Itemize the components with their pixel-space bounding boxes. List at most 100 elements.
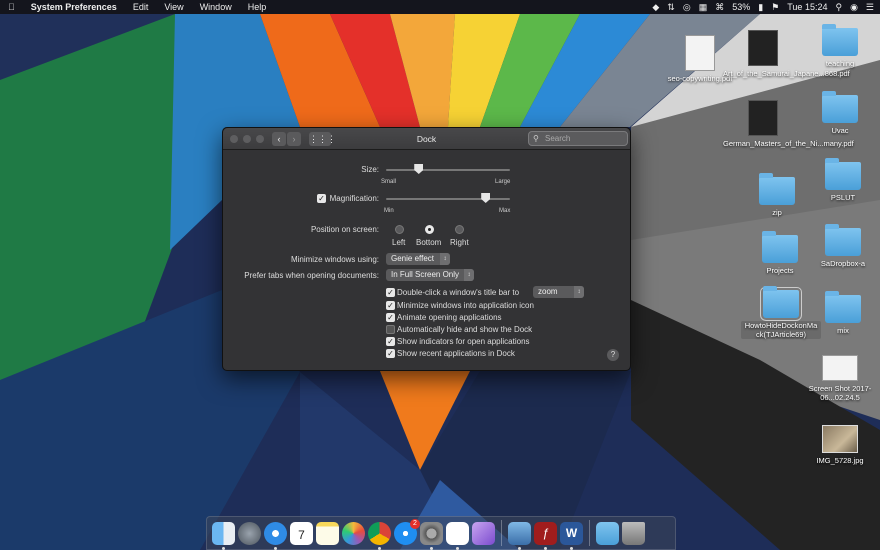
desktop-item-sadropbox[interactable]: SaDropbox-a: [803, 224, 880, 268]
position-bottom-label: Bottom: [416, 238, 442, 247]
double-click-action-value: zoom: [538, 287, 558, 296]
position-bottom-radio[interactable]: [425, 225, 434, 234]
apple-icon[interactable]: : [0, 0, 23, 14]
pdf-document-icon: [748, 100, 778, 136]
dock: 7 2 ƒ W: [206, 516, 676, 550]
magnification-slider-track[interactable]: [386, 198, 510, 200]
photos-icon[interactable]: [342, 521, 365, 545]
finder-icon[interactable]: [212, 521, 235, 550]
app-store-icon[interactable]: 2: [394, 518, 420, 545]
dock-separator: [589, 520, 590, 546]
size-slider-thumb[interactable]: [414, 164, 424, 174]
desktop-item-mix[interactable]: mix: [803, 291, 880, 335]
notes-icon[interactable]: [316, 521, 339, 545]
safari-icon[interactable]: [264, 521, 287, 550]
chevron-updown-icon: ↕: [440, 253, 450, 265]
position-right-label: Right: [450, 238, 469, 247]
double-click-action-popup[interactable]: zoom ↕: [533, 286, 584, 298]
animate-opening-checkbox[interactable]: ✓: [386, 313, 395, 322]
search-input[interactable]: ⚲ Search: [528, 131, 628, 146]
help-button[interactable]: ?: [607, 349, 619, 361]
desktop-item-label: Screen Shot 2017-06...02.24.5: [808, 384, 872, 402]
show-indicators-label: Show indicators for open applications: [397, 337, 530, 346]
desktop-item-label: mix: [837, 326, 849, 335]
position-label: Position on screen:: [310, 225, 379, 234]
search-icon: ⚲: [533, 134, 539, 143]
desktop-item-label: German_Masters_of_the_Ni...many.pdf: [723, 139, 854, 148]
size-max-label: Large: [495, 179, 511, 185]
chevron-updown-icon: ↕: [464, 269, 474, 281]
downloads-folder-icon[interactable]: [596, 521, 619, 545]
spotlight-icon[interactable]: ⚲: [835, 2, 842, 13]
preview-icon[interactable]: [508, 521, 531, 550]
size-label: Size:: [361, 165, 379, 174]
folder-icon: [822, 91, 858, 123]
siri-icon[interactable]: ◉: [850, 2, 858, 13]
wifi-icon[interactable]: ⌘: [715, 2, 724, 13]
desktop-item-img5728[interactable]: IMG_5728.jpg: [800, 425, 880, 465]
size-slider-track[interactable]: [386, 169, 510, 171]
chrome-icon[interactable]: [368, 521, 391, 550]
desktop-item-german-masters-pdf[interactable]: German_Masters_of_the_Ni...many.pdf: [723, 100, 854, 148]
slack-icon[interactable]: [446, 521, 469, 550]
animate-opening-label: Animate opening applications: [397, 313, 502, 322]
sync-icon[interactable]: ⇅: [667, 2, 675, 13]
desktop-item-screenshot[interactable]: Screen Shot 2017-06...02.24.5: [800, 355, 880, 402]
desktop-item-label: IMG_5728.jpg: [816, 456, 864, 465]
screenshot-icon: [822, 355, 858, 381]
trash-icon[interactable]: [622, 521, 645, 545]
position-left-radio[interactable]: [395, 225, 404, 234]
battery-icon[interactable]: ▮: [758, 2, 763, 13]
show-recent-apps-label: Show recent applications in Dock: [397, 349, 515, 358]
launchpad-icon[interactable]: [238, 521, 261, 545]
menu-help[interactable]: Help: [240, 0, 275, 14]
double-click-checkbox[interactable]: ✓: [386, 288, 395, 297]
grid-icon[interactable]: ▦: [699, 2, 708, 13]
show-recent-apps-checkbox[interactable]: ✓: [386, 349, 395, 358]
desktop-item-label: teaching: [825, 59, 855, 68]
minimize-into-icon-checkbox[interactable]: ✓: [386, 301, 395, 310]
battery-percent[interactable]: 53%: [732, 2, 750, 12]
desktop-item-uvac[interactable]: Uvac: [800, 91, 880, 135]
word-icon[interactable]: W: [560, 521, 583, 550]
folder-icon: [825, 224, 861, 256]
flag-icon[interactable]: ⚑: [771, 2, 779, 13]
filezilla-icon[interactable]: ƒ: [534, 521, 557, 550]
app-store-badge: 2: [410, 518, 420, 529]
menu-view[interactable]: View: [156, 0, 191, 14]
desktop-item-samurai-pdf[interactable]: Art_of_the_Samurai_Japane...868.pdf: [723, 30, 850, 78]
auto-hide-dock-checkbox[interactable]: [386, 325, 395, 334]
desktop-item-label: SaDropbox-a: [820, 259, 866, 268]
folder-icon: [760, 286, 802, 321]
magnification-label: Magnification:: [329, 194, 379, 203]
mag-max-label: Max: [499, 208, 511, 214]
desktop-item-teaching[interactable]: teaching: [800, 24, 880, 68]
dock-preferences-window: ‹ › ⋮⋮⋮ Dock ⚲ Search Size: Small Large ✓…: [222, 127, 631, 371]
minimize-effect-value: Genie effect: [391, 254, 434, 263]
size-min-label: Small: [381, 179, 397, 185]
feather-icon[interactable]: [472, 521, 495, 545]
magnification-slider-thumb[interactable]: [481, 193, 491, 203]
prefer-tabs-label: Prefer tabs when opening documents:: [244, 271, 379, 280]
position-left-label: Left: [392, 238, 406, 247]
menu-window[interactable]: Window: [192, 0, 240, 14]
magnification-checkbox[interactable]: ✓: [317, 194, 326, 203]
desktop-item-label: zip: [772, 208, 782, 217]
desktop-item-pslut[interactable]: PSLUT: [803, 158, 880, 202]
auto-hide-dock-label: Automatically hide and show the Dock: [397, 325, 533, 334]
show-indicators-checkbox[interactable]: ✓: [386, 337, 395, 346]
menu-app-name[interactable]: System Preferences: [23, 0, 125, 14]
position-right-radio[interactable]: [455, 225, 464, 234]
notification-center-icon[interactable]: ☰: [866, 2, 874, 13]
image-icon: [822, 425, 858, 453]
calendar-icon[interactable]: 7: [290, 521, 313, 545]
nvidia-icon[interactable]: ◎: [683, 2, 691, 13]
clock[interactable]: Tue 15:24: [787, 2, 827, 12]
system-preferences-icon[interactable]: [420, 521, 443, 550]
minimize-label: Minimize windows using:: [290, 255, 379, 264]
prefer-tabs-popup[interactable]: In Full Screen Only ↕: [386, 269, 474, 281]
menu-edit[interactable]: Edit: [125, 0, 157, 14]
minimize-effect-popup[interactable]: Genie effect ↕: [386, 253, 450, 265]
window-titlebar[interactable]: ‹ › ⋮⋮⋮ Dock ⚲ Search: [223, 128, 630, 150]
dropbox-icon[interactable]: ◆: [652, 2, 659, 13]
